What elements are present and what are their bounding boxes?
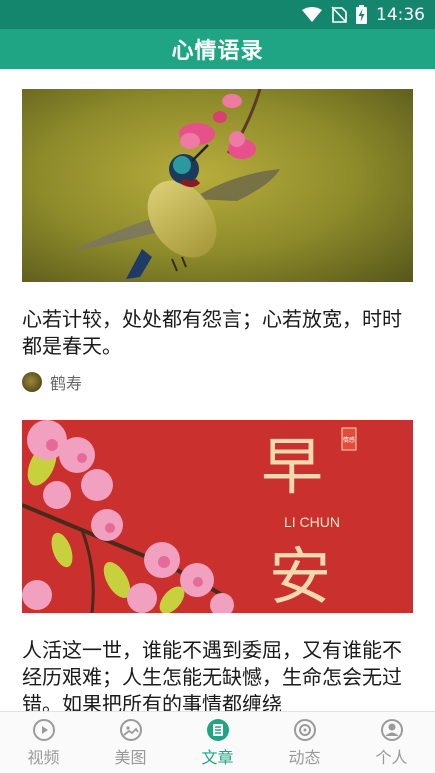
image-text-top: 早 [261, 430, 323, 503]
article-image-hummingbird[interactable] [22, 89, 413, 282]
author-name[interactable]: 鹤寿 [50, 370, 82, 394]
article-feed[interactable]: 心若计较，处处都有怨言；心若放宽，时时都是春天。 鹤寿 早 LI CHUN 安 … [0, 69, 435, 711]
no-sim-icon [331, 6, 347, 23]
image-seal: 情感 [343, 436, 355, 444]
battery-charging-icon [356, 5, 367, 24]
image-text-bottom: 安 [269, 540, 331, 613]
tab-label: 动态 [288, 747, 321, 767]
status-time: 14:36 [376, 4, 425, 25]
tab-label: 文章 [201, 747, 234, 767]
moments-icon [293, 718, 316, 741]
author-row[interactable]: 鹤寿 [22, 370, 413, 394]
tab-profile[interactable]: 个人 [348, 712, 435, 773]
article-quote[interactable]: 心若计较，处处都有怨言；心若放宽，时时都是春天。 [22, 306, 413, 360]
tab-video[interactable]: 视频 [0, 712, 87, 773]
tab-label: 美图 [114, 747, 147, 767]
wifi-icon [302, 6, 322, 23]
article-image-good-morning[interactable]: 早 LI CHUN 安 情感 [22, 420, 413, 613]
bottom-tab-bar: 视频 美图 文章 动态 个人 [0, 711, 435, 773]
article-quote[interactable]: 人活这一世，谁能不遇到委屈，又有谁能不经历艰难；人生怎能无缺憾，生命怎会无过错。… [22, 637, 413, 711]
avatar[interactable] [22, 372, 42, 392]
status-bar: 14:36 [0, 0, 435, 29]
tab-label: 视频 [27, 747, 60, 767]
tab-pictures[interactable]: 美图 [87, 712, 174, 773]
person-icon [380, 718, 403, 741]
tab-label: 个人 [375, 747, 408, 767]
tab-moments[interactable]: 动态 [261, 712, 348, 773]
video-play-icon [32, 718, 55, 741]
app-header: 心情语录 [0, 29, 435, 69]
picture-icon [119, 718, 142, 741]
tab-articles[interactable]: 文章 [174, 712, 261, 773]
page-title: 心情语录 [171, 39, 264, 64]
article-icon [206, 718, 229, 741]
image-text-small: LI CHUN [284, 514, 340, 530]
article-card[interactable]: 心若计较，处处都有怨言；心若放宽，时时都是春天。 鹤寿 [22, 89, 413, 394]
article-card[interactable]: 早 LI CHUN 安 情感 人活这一世，谁能不遇到委屈，又有谁能不经历艰难；人… [22, 420, 413, 711]
